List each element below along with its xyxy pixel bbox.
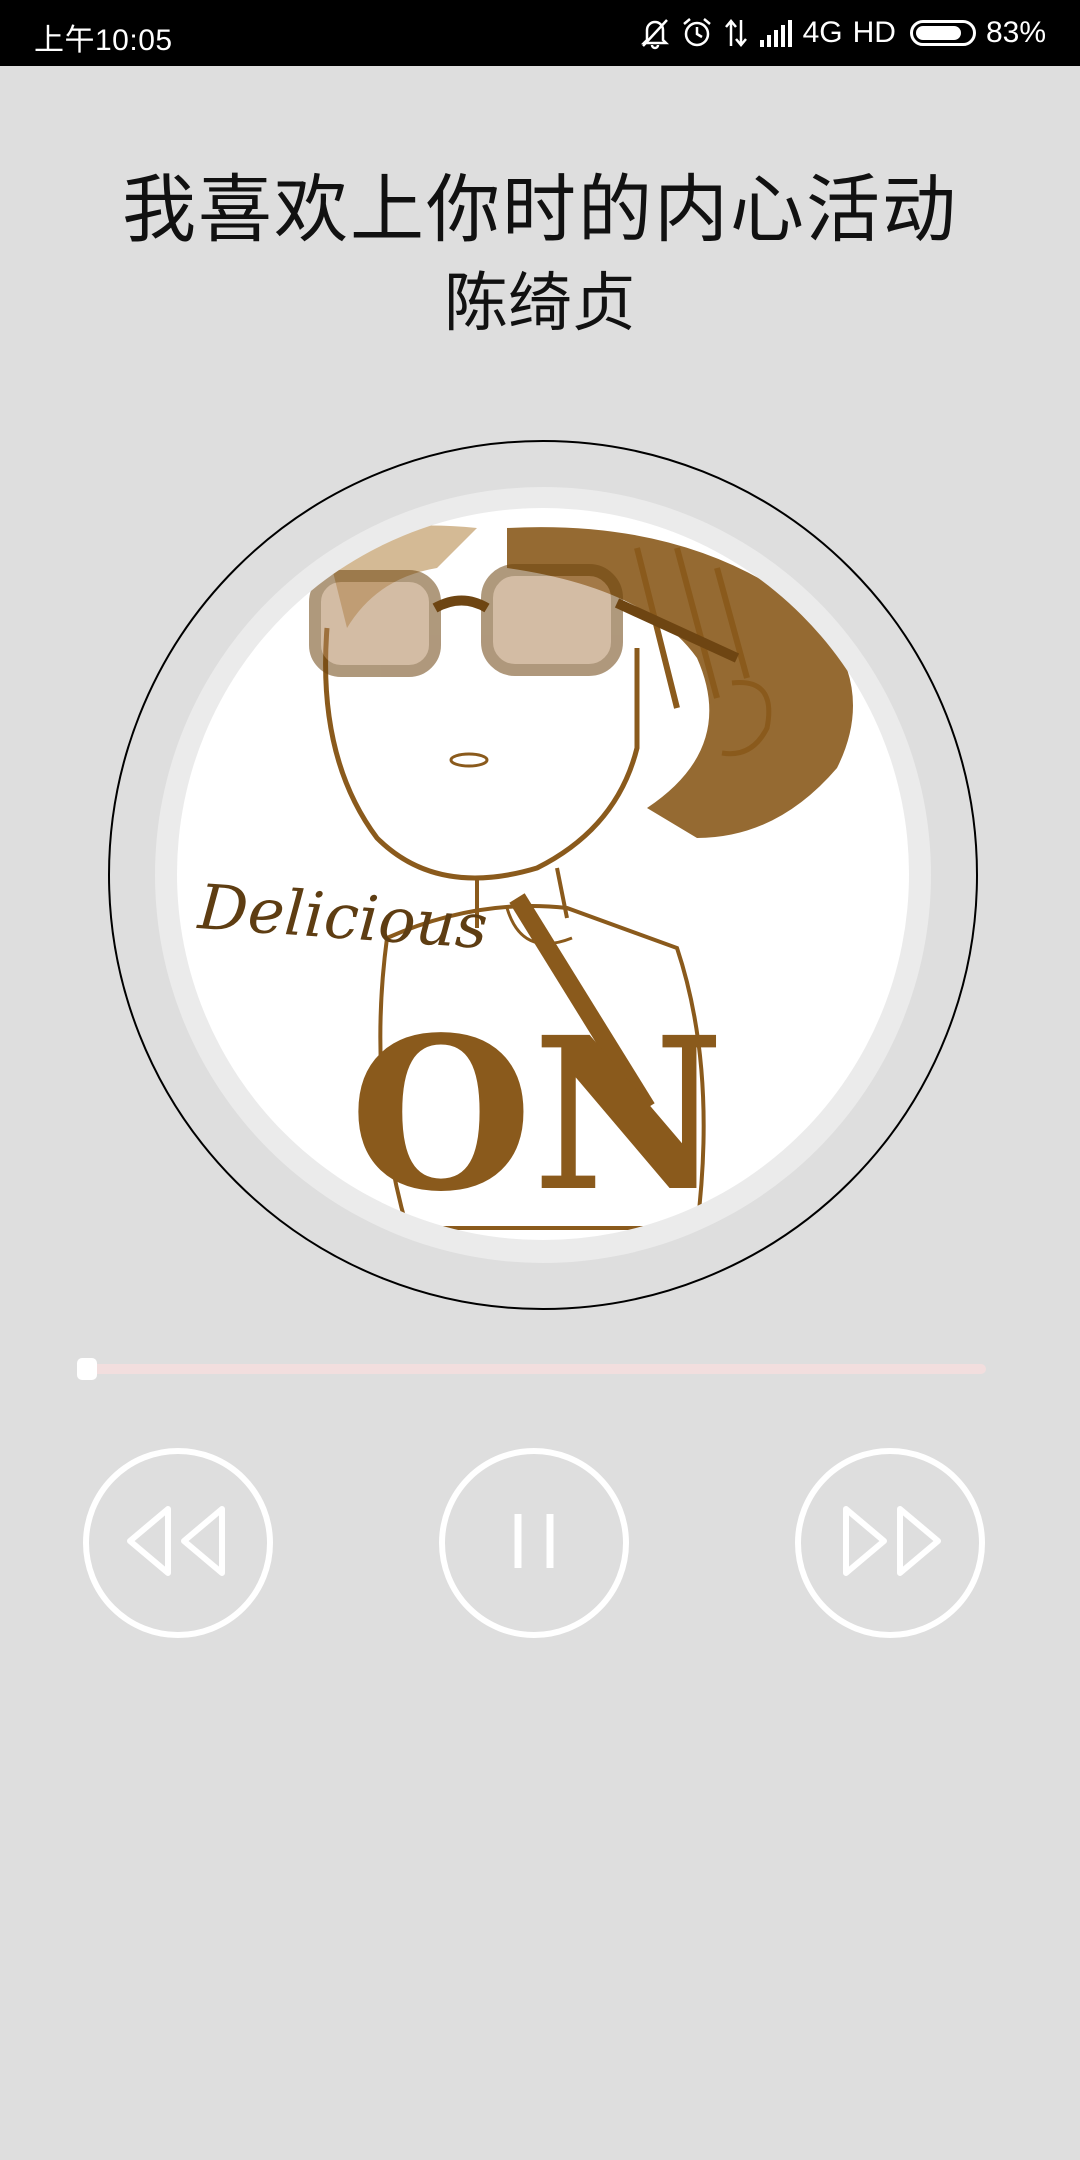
rewind-button[interactable] — [83, 1448, 273, 1638]
status-icons: 4G HD 83% — [639, 12, 1046, 54]
pause-button[interactable] — [439, 1448, 629, 1638]
status-bar: 上午10:05 4G HD 83% — [0, 0, 1080, 66]
battery-level — [915, 26, 961, 40]
hd-indicator: HD — [852, 16, 896, 49]
battery-icon — [909, 20, 976, 46]
rewind-icon — [118, 1501, 238, 1585]
battery-percent: 83% — [985, 16, 1046, 49]
progress-thumb[interactable] — [77, 1358, 97, 1380]
progress-track[interactable] — [86, 1364, 986, 1374]
signal-icon — [759, 18, 793, 48]
fast-forward-button[interactable] — [795, 1448, 985, 1638]
status-time: 上午10:05 — [34, 24, 173, 57]
album-art-delicious-text: Delicious — [195, 870, 490, 963]
alarm-icon — [681, 16, 713, 50]
fast-forward-icon — [830, 1501, 950, 1585]
network-type: 4G — [802, 16, 843, 49]
song-title: 我喜欢上你时的内心活动 — [122, 167, 958, 253]
data-transfer-icon — [723, 16, 749, 50]
pause-icon — [504, 1506, 564, 1580]
song-artist: 陈绮贞 — [444, 267, 636, 341]
album-art: ON Delicious — [177, 508, 909, 1240]
mute-icon — [639, 16, 671, 50]
album-art-on-text: ON — [350, 991, 725, 1238]
